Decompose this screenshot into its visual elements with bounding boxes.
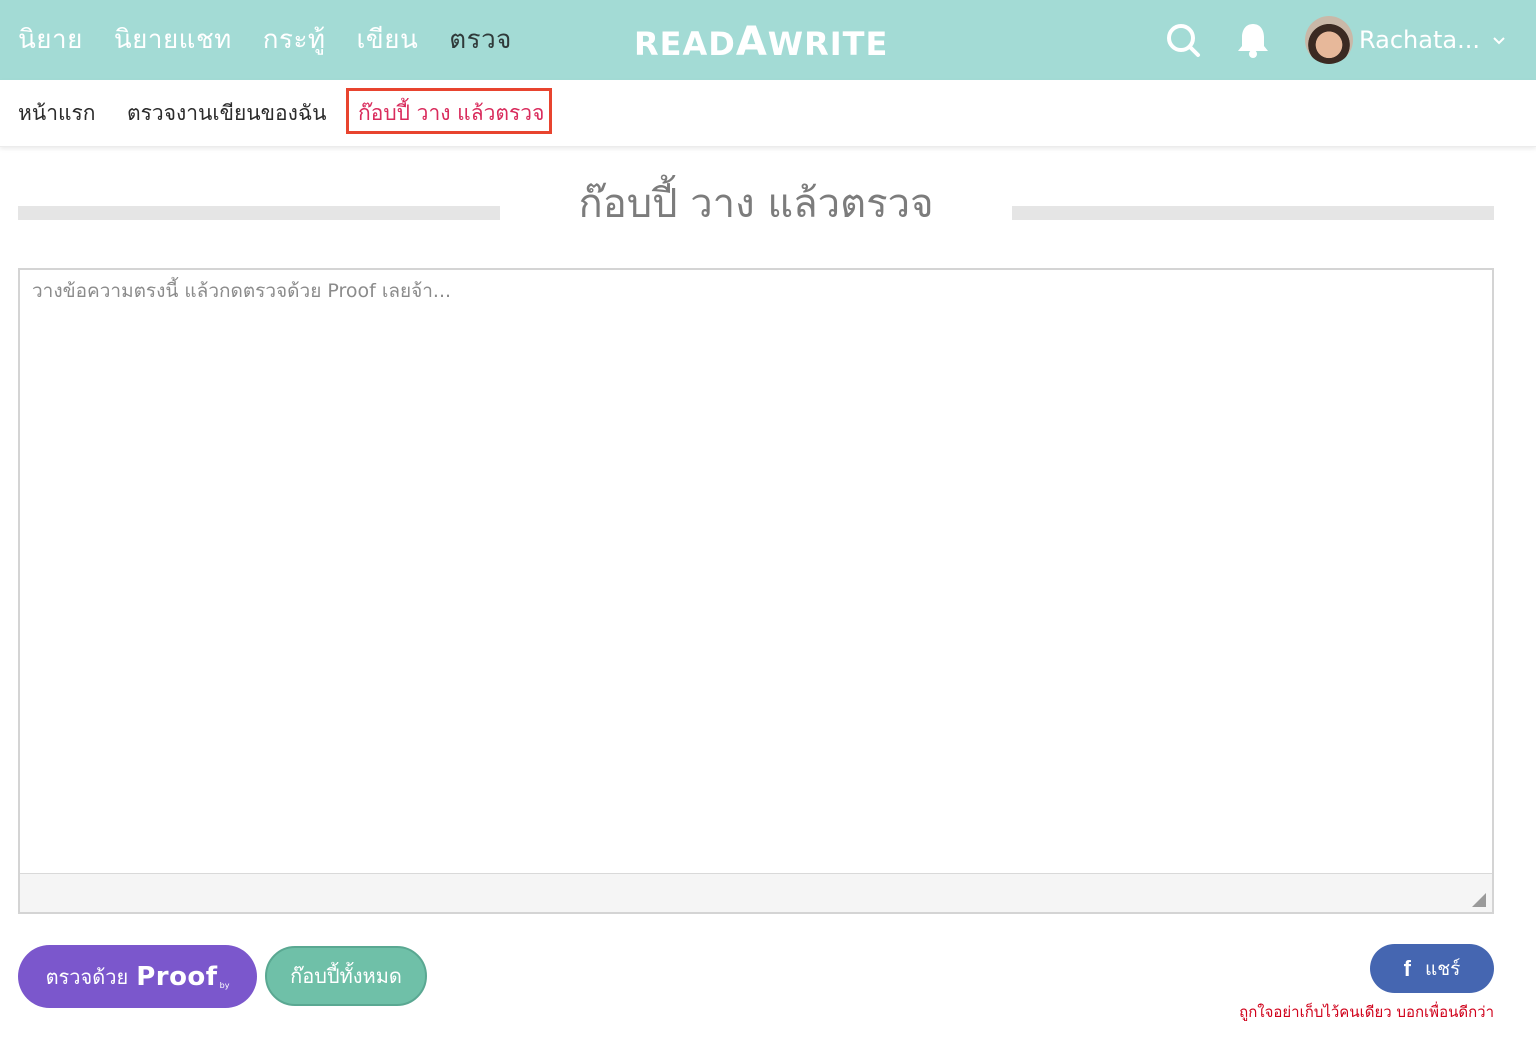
top-navbar: นิยาย นิยายแชท กระทู้ เขียน ตรวจ READAWR… [0, 0, 1536, 80]
chevron-down-icon [1492, 31, 1506, 50]
main-nav: นิยาย นิยายแชท กระทู้ เขียน ตรวจ [18, 0, 543, 80]
text-editor-footer [20, 874, 1492, 912]
site-logo[interactable]: READAWRITE [634, 18, 889, 65]
bell-icon[interactable] [1233, 20, 1273, 60]
proof-button-label: ตรวจด้วย [45, 964, 129, 989]
copy-all-button[interactable]: ก๊อบปี้ทั้งหมด [265, 946, 427, 1006]
text-editor [18, 268, 1494, 914]
subnav-copy-paste-check[interactable]: ก๊อบปี้ วาง แล้วตรวจ [358, 80, 544, 146]
proof-button[interactable]: ตรวจด้วย Proof by [18, 945, 257, 1008]
subnav-my-writing[interactable]: ตรวจงานเขียนของฉัน [127, 80, 327, 146]
logo-text-a: A [735, 19, 768, 65]
facebook-share-button[interactable]: f แชร์ [1370, 944, 1494, 993]
nav-write[interactable]: เขียน [357, 0, 419, 80]
share-note: ถูกใจอย่าเก็บไว้คนเดียว บอกเพื่อนดีกว่า [1239, 1003, 1494, 1021]
text-input[interactable] [20, 270, 1492, 874]
username: Rachata... [1359, 26, 1480, 54]
user-menu[interactable]: Rachata... [1305, 16, 1506, 64]
subnav-home[interactable]: หน้าแรก [18, 80, 96, 146]
nav-novel[interactable]: นิยาย [18, 0, 83, 80]
avatar [1305, 16, 1353, 64]
heading-divider-right [1012, 206, 1494, 220]
facebook-icon: f [1403, 955, 1411, 981]
nav-chat-novel[interactable]: นิยายแชท [114, 0, 232, 80]
page-title: ก๊อบปี้ วาง แล้วตรวจ [578, 181, 934, 227]
logo-text-read: READ [634, 25, 736, 63]
nav-proofread[interactable]: ตรวจ [449, 0, 512, 80]
search-icon[interactable] [1163, 20, 1203, 60]
proof-by: by [219, 981, 230, 990]
share-label: แชร์ [1424, 957, 1461, 980]
proof-brand: Proof [136, 961, 218, 992]
nav-forum[interactable]: กระทู้ [263, 0, 326, 80]
sub-navbar: หน้าแรก ตรวจงานเขียนของฉัน ก๊อบปี้ วาง แ… [0, 80, 1536, 147]
resize-handle-icon[interactable] [1472, 892, 1486, 907]
heading-divider-left [18, 206, 500, 220]
logo-text-write: WRITE [767, 25, 889, 63]
